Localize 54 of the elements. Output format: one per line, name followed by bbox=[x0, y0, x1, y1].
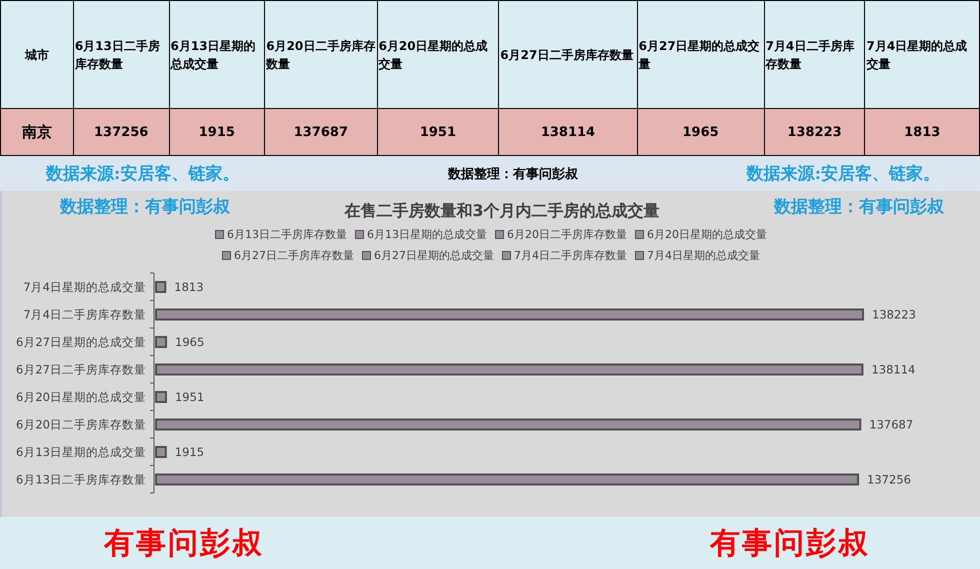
legend-item: 6月20日二手房库存数量 bbox=[495, 227, 627, 242]
column-header: 7月4日星期的总成交量 bbox=[864, 0, 980, 108]
column-header: 6月13日二手房库存数量 bbox=[73, 0, 170, 108]
axis-label: 7月4日二手房库存数量 bbox=[23, 308, 146, 322]
table-cell: 1965 bbox=[637, 108, 764, 156]
column-header: 6月20日星期的总成交量 bbox=[377, 0, 499, 108]
value-label: 1965 bbox=[175, 335, 204, 349]
column-header: 6月13日星期的总成交量 bbox=[169, 0, 265, 108]
signature-text: 有事问彭叔 bbox=[104, 525, 264, 563]
credit-note: 数据整理：有事问彭叔 bbox=[60, 196, 230, 218]
table-cell: 1813 bbox=[864, 108, 980, 156]
legend-item: 6月20日星期的总成交量 bbox=[635, 227, 767, 242]
value-label: 1915 bbox=[174, 445, 204, 459]
value-label: 1951 bbox=[174, 390, 204, 404]
table-cell: 1915 bbox=[169, 108, 265, 156]
table-cell: 1951 bbox=[377, 108, 499, 156]
axis-label: 6月13日星期的总成交量 bbox=[16, 445, 146, 459]
value-label: 1813 bbox=[174, 280, 204, 294]
axis-label: 6月13日二手房库存数量 bbox=[16, 472, 146, 486]
source-note: 数据来源:安居客、链家。 bbox=[746, 163, 940, 185]
signature-text: 有事问彭叔 bbox=[710, 525, 870, 563]
bar bbox=[155, 446, 167, 458]
credit-note: 数据整理：有事问彭叔 bbox=[448, 166, 578, 182]
credit-note: 数据整理：有事问彭叔 bbox=[774, 196, 944, 218]
legend-item: 6月27日星期的总成交量 bbox=[362, 248, 494, 263]
axis-label: 6月27日星期的总成交量 bbox=[16, 335, 146, 349]
value-label: 137256 bbox=[867, 472, 911, 486]
column-header: 7月4日二手房库存数量 bbox=[764, 0, 865, 108]
value-label: 137687 bbox=[869, 418, 914, 432]
table-cell: 138114 bbox=[498, 108, 638, 156]
axis-label: 6月20日二手房库存数量 bbox=[16, 418, 146, 432]
bar bbox=[155, 336, 168, 348]
column-header: 城市 bbox=[0, 0, 74, 108]
column-header: 6月20日二手房库存数量 bbox=[264, 0, 378, 108]
chart-title: 在售二手房数量和3个月内二手房的总成交量 bbox=[344, 200, 660, 222]
table-cell: 南京 bbox=[0, 108, 74, 156]
legend-item: 7月4日二手房库存数量 bbox=[502, 248, 627, 263]
bar bbox=[155, 391, 167, 403]
table-cell: 137687 bbox=[264, 108, 378, 156]
source-note: 数据来源:安居客、链家。 bbox=[46, 163, 240, 185]
bar bbox=[155, 281, 166, 293]
legend-item: 6月13日二手房库存数量 bbox=[215, 227, 347, 242]
legend-item: 6月27日二手房库存数量 bbox=[222, 248, 354, 263]
column-header: 6月27日二手房库存数量 bbox=[498, 0, 638, 108]
column-header: 6月27日星期的总成交量 bbox=[637, 0, 764, 108]
legend-item: 6月13日星期的总成交量 bbox=[355, 227, 487, 242]
value-label: 138223 bbox=[872, 308, 916, 322]
value-label: 138114 bbox=[871, 362, 916, 376]
table-cell: 138223 bbox=[764, 108, 865, 156]
legend-item: 7月4日星期的总成交量 bbox=[635, 248, 760, 263]
axis-label: 6月27日二手房库存数量 bbox=[16, 362, 146, 376]
axis-label: 7月4日星期的总成交量 bbox=[23, 280, 146, 294]
table-cell: 137256 bbox=[73, 108, 170, 156]
axis-label: 6月20日星期的总成交量 bbox=[16, 390, 146, 404]
